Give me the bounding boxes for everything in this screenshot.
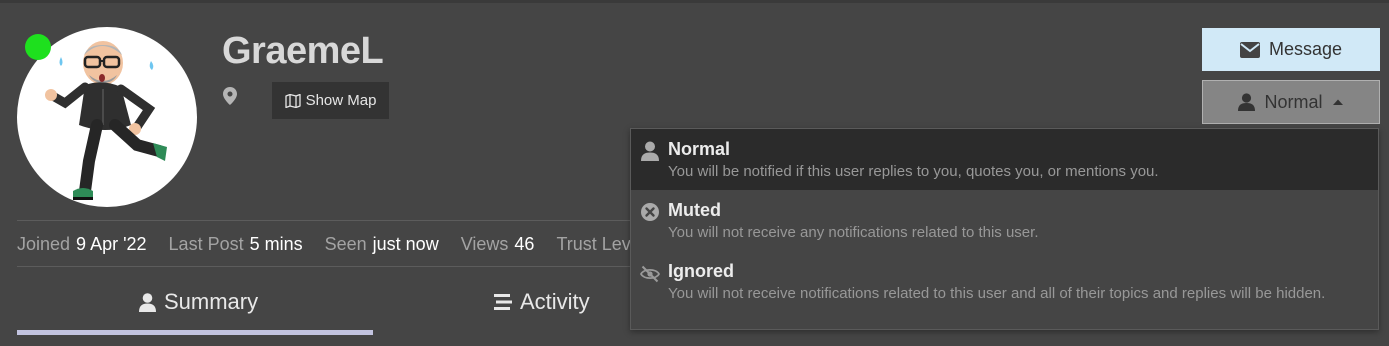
stream-icon [494,294,512,310]
message-button-label: Message [1268,39,1343,59]
stat-views: Views 46 [461,234,535,255]
stat-value: 9 Apr '22 [76,233,147,254]
menu-item-title: Muted [668,200,721,220]
stats-bottom-divider [17,266,642,267]
notification-level-label: Normal [1264,91,1323,112]
notification-level-menu: Normal You will be notified if this user… [630,128,1379,330]
menu-item-title: Normal [668,139,731,159]
eye-slash-icon [640,265,660,283]
map-marker-icon [223,87,237,105]
active-tab-indicator [17,330,373,335]
menu-item-description: You will not receive any notifications r… [668,224,1039,241]
menu-item-description: You will not receive notifications relat… [668,285,1326,302]
tab-summary-label: Summary [164,289,259,314]
tab-summary[interactable]: Summary [139,287,258,317]
stats-top-divider [17,220,642,221]
menu-item-normal[interactable]: Normal You will be notified if this user… [631,129,1378,190]
stat-label: Joined [17,233,71,254]
stat-label: Seen [324,233,367,254]
show-map-label: Show Map [305,92,377,109]
caret-up-icon [1332,99,1343,105]
map-icon [284,93,301,108]
stat-last-post: Last Post 5 mins [169,234,303,255]
tab-activity-label: Activity [520,289,590,314]
envelope-icon [1239,41,1260,58]
online-status-indicator [25,34,51,60]
menu-item-ignored[interactable]: Ignored You will not receive notificatio… [631,251,1378,329]
stat-value: 46 [514,233,535,254]
stat-seen: Seen just now [325,234,439,255]
user-icon [1238,93,1256,111]
stat-joined: Joined 9 Apr '22 [17,234,147,255]
times-circle-icon [641,203,659,221]
stat-label: Views [460,233,509,254]
user-stats: Joined 9 Apr '22 Last Post 5 mins Seen just… [17,232,642,256]
stat-value: just now [372,233,439,254]
user-icon [139,292,156,312]
menu-item-title: Ignored [668,261,734,281]
message-button[interactable]: Message [1202,28,1380,71]
stat-label: Last Post [168,233,244,254]
menu-item-description: You will be notified if this user replie… [668,163,1159,180]
menu-item-muted[interactable]: Muted You will not receive any notificat… [631,190,1378,251]
tab-activity[interactable]: Activity [494,287,590,317]
header-top-border [0,0,1389,3]
notification-level-button[interactable]: Normal [1202,80,1380,124]
show-map-button[interactable]: Show Map [272,82,389,119]
stat-value[interactable]: 5 mins [250,234,303,254]
username: GraemeL [222,30,384,72]
user-icon [641,141,659,161]
